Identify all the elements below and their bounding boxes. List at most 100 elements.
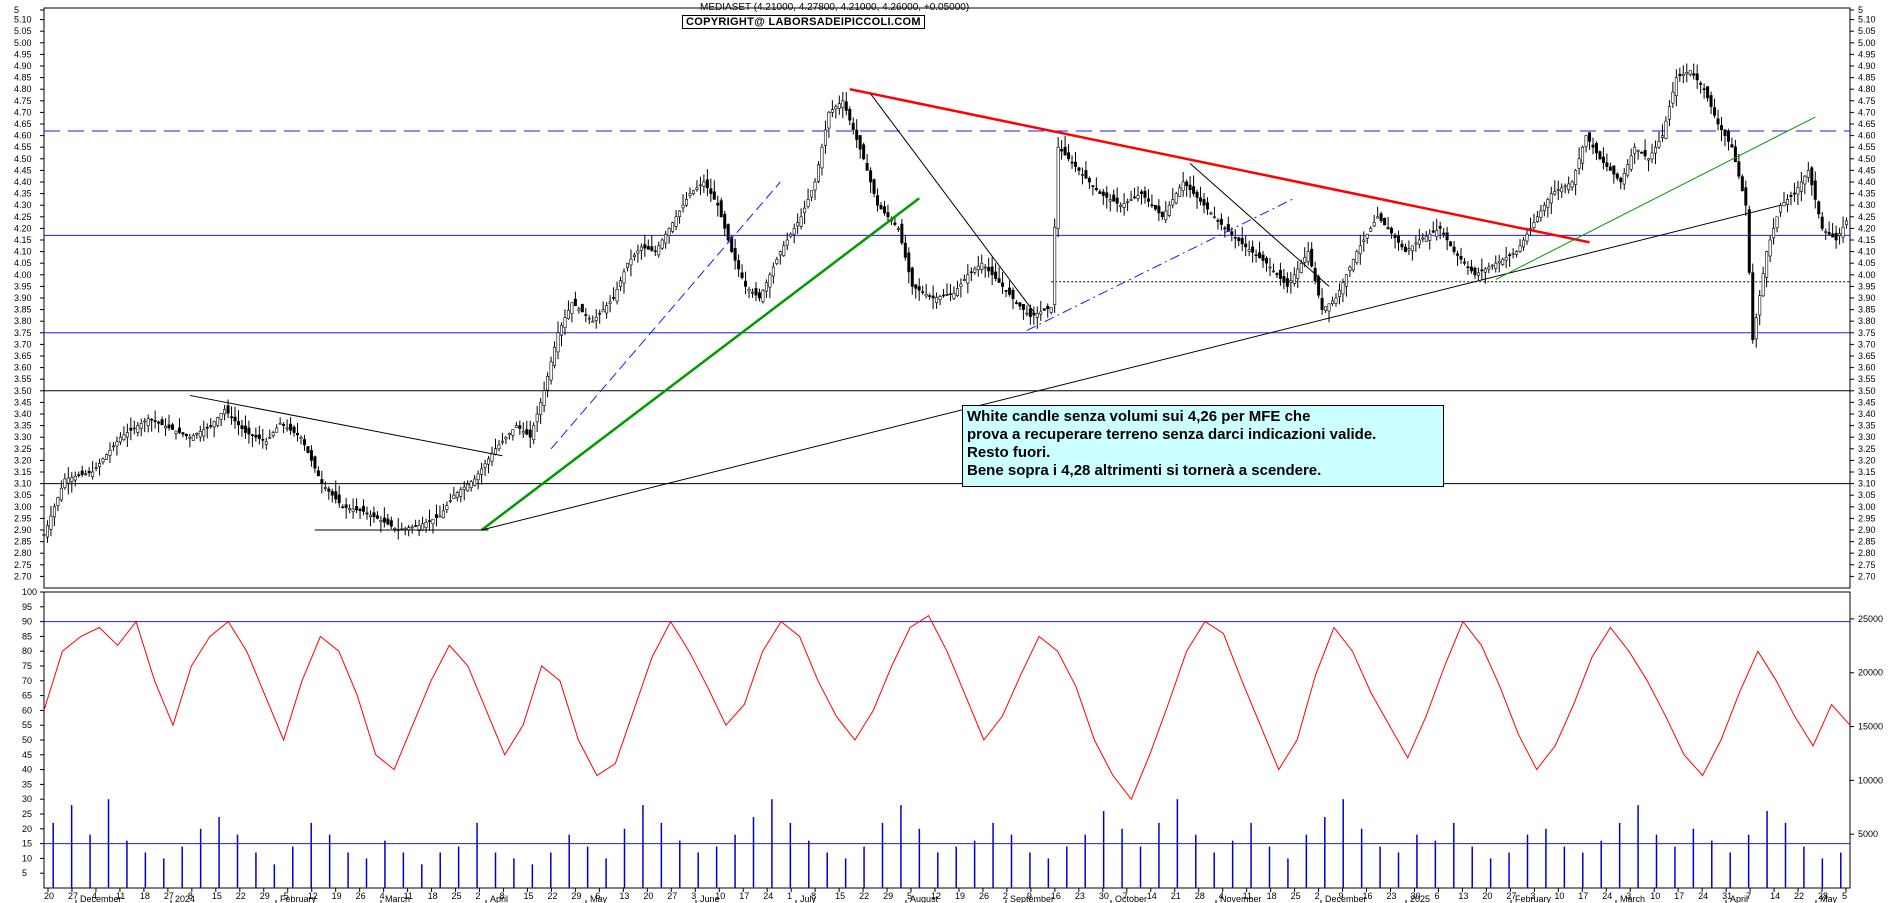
note-line-2: prova a recuperare terreno senza darci i…: [967, 426, 1377, 443]
osc-tick-label-left: 5: [22, 868, 27, 878]
candle-body: [660, 239, 664, 249]
candle-body: [480, 468, 484, 475]
candle-body: [980, 262, 984, 270]
candle-body: [1431, 230, 1435, 233]
price-tick-label-right: 2.80: [1858, 548, 1876, 558]
candle-body: [844, 101, 848, 111]
candle-body: [236, 421, 240, 426]
candle-body: [1515, 251, 1519, 255]
candle-body: [261, 438, 265, 441]
candle-body: [382, 517, 386, 523]
price-tick-label-right: 3.70: [1858, 339, 1876, 349]
candle-body: [379, 520, 383, 523]
candle-body: [959, 283, 963, 287]
x-month-label: August: [910, 894, 939, 903]
candle-body: [493, 448, 497, 455]
candle-body: [716, 202, 720, 206]
candle-body: [917, 286, 921, 291]
candle-body: [632, 254, 636, 258]
candle-body: [1299, 262, 1303, 273]
candle-body: [209, 425, 213, 427]
candle-body: [559, 324, 563, 336]
x-day-label: 26: [356, 891, 366, 901]
candle-body: [744, 280, 748, 287]
candle-body: [1153, 205, 1157, 210]
candle-body: [726, 224, 730, 241]
candle-body: [1344, 274, 1348, 287]
x-month-label: April: [490, 894, 508, 903]
candle-body: [775, 259, 779, 264]
candle-body: [837, 103, 841, 109]
candle-body: [1244, 243, 1248, 248]
candle-body: [1032, 312, 1036, 316]
candle-body: [1251, 246, 1255, 253]
candle-body: [1483, 268, 1487, 273]
candle-body: [1199, 197, 1203, 202]
candle-body: [167, 424, 171, 429]
candle-body: [341, 506, 345, 509]
trendline-minor: [870, 93, 1035, 313]
candle-body: [1813, 180, 1817, 200]
candle-body: [1150, 204, 1154, 207]
x-month-label: December: [80, 894, 122, 903]
x-day-label: 20: [643, 891, 653, 901]
price-tick-label-left: 4.00: [14, 270, 32, 280]
candle-body: [1647, 158, 1651, 161]
price-tick-label-right: 5.00: [1858, 38, 1876, 48]
candle-body: [639, 246, 643, 251]
candle-body: [452, 494, 456, 500]
price-tick-label-left: 4.80: [14, 84, 32, 94]
candle-body: [1129, 199, 1133, 201]
x-day-label: 26: [979, 891, 989, 901]
price-tick-label-left: 4.20: [14, 223, 32, 233]
candle-body: [150, 418, 154, 421]
candle-body: [70, 476, 74, 482]
candle-body: [1143, 190, 1147, 198]
candle-body: [205, 426, 209, 429]
candle-body: [1782, 202, 1786, 207]
price-tick-label-right: 2.95: [1858, 513, 1876, 523]
candle-body: [1289, 280, 1293, 283]
x-day-label: 25: [1291, 891, 1301, 901]
osc-tick-label-right: 15000: [1858, 722, 1883, 732]
price-tick-label-right: 3.10: [1858, 479, 1876, 489]
candle-body: [757, 292, 761, 299]
candle-body: [608, 301, 612, 304]
price-tick-label-left: 3.65: [14, 351, 32, 361]
candle-body: [473, 478, 477, 486]
candle-body: [594, 317, 598, 321]
candle-body: [983, 266, 987, 269]
price-tick-label-left: 2.80: [14, 548, 32, 558]
candle-body: [712, 191, 716, 200]
candle-body: [1581, 146, 1585, 164]
candle-body: [532, 425, 536, 441]
candle-body: [1678, 73, 1682, 77]
candle-body: [1622, 173, 1626, 185]
candle-body: [1619, 177, 1623, 183]
candle-body: [1643, 150, 1647, 157]
candle-body: [976, 265, 980, 270]
candle-body: [428, 520, 432, 522]
x-day-label: 13: [1458, 891, 1468, 901]
candle-body: [1459, 255, 1463, 260]
candle-body: [1709, 95, 1713, 107]
candle-body: [1324, 306, 1328, 311]
candle-body: [1320, 298, 1324, 310]
candle-body: [1768, 239, 1772, 257]
candle-body: [1112, 194, 1116, 202]
price-tick-label-left: 4.05: [14, 258, 32, 268]
x-day-label: 6: [1434, 891, 1439, 901]
x-month-label: May: [1820, 894, 1838, 903]
candle-body: [42, 534, 46, 536]
candle-body: [799, 216, 803, 227]
candle-body: [1567, 183, 1571, 190]
candle-body: [306, 446, 310, 453]
x-day-label: 19: [332, 891, 342, 901]
candle-body: [1810, 167, 1814, 186]
candle-body: [1355, 251, 1359, 263]
candle-body: [153, 420, 157, 423]
candle-body: [1785, 199, 1789, 205]
candle-body: [257, 434, 261, 440]
candle-body: [1480, 269, 1484, 272]
candle-body: [816, 164, 820, 182]
